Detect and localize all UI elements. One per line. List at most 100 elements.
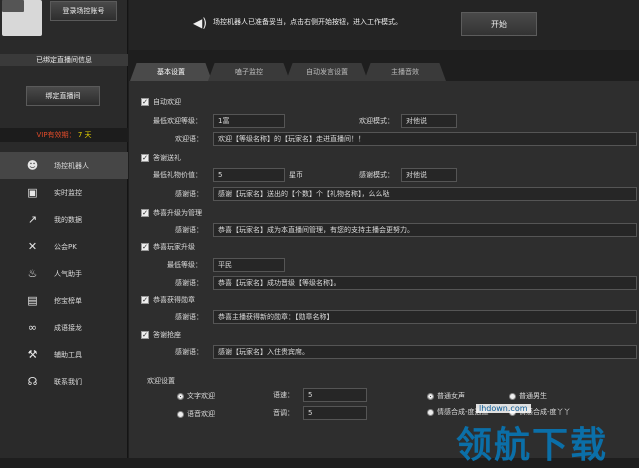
- text-welcome-radio[interactable]: 文字欢迎: [177, 391, 215, 401]
- vip-days: 7 天: [77, 131, 92, 139]
- badge-checkbox[interactable]: ✓ 恭喜获得勋章: [141, 295, 195, 305]
- seat-thanks-checkbox[interactable]: ✓ 答谢抢座: [141, 330, 181, 340]
- login-button[interactable]: 登录场控账号: [50, 1, 117, 21]
- chart-icon: ↗: [27, 213, 38, 226]
- sidebar-item-tools[interactable]: ⚒ 辅助工具: [0, 341, 128, 368]
- voice-female-radio[interactable]: 普通女声: [427, 391, 465, 401]
- sidebar-item-label: 联系我们: [54, 377, 82, 386]
- check-icon: ✓: [141, 154, 149, 162]
- tab-anchor-sound[interactable]: 主播音效: [364, 63, 446, 81]
- sidebar: 登录场控账号 已绑定直播间信息 绑定直播间 VIP有效期： 7 天 ☻ 场控机器人…: [0, 0, 128, 458]
- voice-welcome-radio[interactable]: 语音欢迎: [177, 409, 215, 419]
- badge-label: 恭喜获得勋章: [153, 296, 195, 304]
- radio-icon: [177, 392, 184, 400]
- check-icon: ✓: [141, 98, 149, 106]
- sidebar-item-treasure[interactable]: ▤ 挖宝榜单: [0, 287, 128, 314]
- gift-text-field[interactable]: 感谢【玩家名】送出的【个数】个【礼物名称】，么么哒: [213, 187, 637, 201]
- min-welcome-level-label: 最低欢迎等级：: [153, 117, 202, 125]
- player-upgrade-checkbox[interactable]: ✓ 恭喜玩家升级: [141, 242, 195, 252]
- vip-expiry: VIP有效期： 7 天: [0, 128, 128, 142]
- app-logo: [2, 0, 24, 12]
- player-upgrade-label: 恭喜玩家升级: [153, 243, 195, 251]
- sidebar-item-idiom[interactable]: ∞ 成语接龙: [0, 314, 128, 341]
- sidebar-item-monitor[interactable]: ▣ 实时监控: [0, 179, 128, 206]
- link-icon: ∞: [27, 321, 38, 334]
- pitch-field[interactable]: 5: [303, 406, 367, 420]
- bound-room-title: 已绑定直播间信息: [0, 54, 128, 66]
- radio-icon: [427, 408, 434, 416]
- min-gift-value-label: 最低礼物价值：: [153, 171, 202, 179]
- speech-rate-field[interactable]: 5: [303, 388, 367, 402]
- upgrade-text-field[interactable]: 恭喜【玩家名】成功晋级【等级名称】。: [213, 276, 637, 290]
- tab-basic-settings[interactable]: 基本设置: [130, 63, 212, 81]
- sidebar-item-pk[interactable]: ✕ 公会PK: [0, 233, 128, 260]
- voice-male-radio[interactable]: 普通男生: [509, 391, 547, 401]
- watermark-url: lhdown.com: [476, 404, 531, 413]
- tab-auto-speech[interactable]: 自动发言设置: [286, 63, 368, 81]
- camera-icon: ▣: [27, 186, 38, 199]
- manager-upgrade-label: 恭喜升级为管理: [153, 209, 202, 217]
- vip-label: VIP有效期：: [36, 131, 76, 139]
- status-message: 场控机器人已准备妥当，点击右侧开始按钮，进入工作模式。: [213, 18, 402, 26]
- sidebar-item-popularity[interactable]: ♨ 人气助手: [0, 260, 128, 287]
- status-bar: ◀) 场控机器人已准备妥当，点击右侧开始按钮，进入工作模式。 开始: [129, 0, 639, 50]
- check-icon: ✓: [141, 331, 149, 339]
- welcome-mode-select[interactable]: 对他说: [401, 114, 457, 128]
- upgrade-text-label: 感谢语：: [175, 279, 203, 287]
- min-gift-value-field[interactable]: 5: [213, 168, 285, 182]
- auto-welcome-label: 自动欢迎: [153, 98, 181, 106]
- manager-text-label: 感谢语：: [175, 226, 203, 234]
- min-level-label: 最低等级：: [167, 261, 202, 269]
- check-icon: ✓: [141, 296, 149, 304]
- board-icon: ▤: [27, 294, 38, 307]
- speech-rate-label: 语速：: [273, 391, 294, 399]
- seat-text-field[interactable]: 感谢【玩家名】入住贵宾席。: [213, 345, 637, 359]
- voice-male-label: 普通男生: [519, 392, 547, 400]
- manager-upgrade-checkbox[interactable]: ✓ 恭喜升级为管理: [141, 208, 202, 218]
- sidebar-item-label: 公会PK: [54, 242, 77, 251]
- tab-monitor[interactable]: 嗑子监控: [208, 63, 290, 81]
- sidebar-item-label: 场控机器人: [54, 161, 89, 170]
- gift-text-label: 感谢语：: [175, 190, 203, 198]
- gift-thanks-checkbox[interactable]: ✓ 答谢送礼: [141, 153, 181, 163]
- headset-icon: ☊: [27, 375, 38, 388]
- check-icon: ✓: [141, 209, 149, 217]
- welcome-settings-title: 欢迎设置: [147, 377, 175, 385]
- sidebar-item-data[interactable]: ↗ 我的数据: [0, 206, 128, 233]
- speaker-icon: ◀): [193, 16, 207, 30]
- welcome-text-label: 欢迎语：: [175, 135, 203, 143]
- seat-text-label: 感谢语：: [175, 348, 203, 356]
- pitch-label: 音调：: [273, 409, 294, 417]
- start-button[interactable]: 开始: [461, 12, 537, 36]
- welcome-text-field[interactable]: 欢迎【等级名称】的【玩家名】走进直播间！！: [213, 132, 637, 146]
- gift-unit-label: 星币: [289, 171, 303, 179]
- voice-welcome-label: 语音欢迎: [187, 410, 215, 418]
- min-welcome-level-field[interactable]: 1富: [213, 114, 285, 128]
- thanks-mode-select[interactable]: 对他说: [401, 168, 457, 182]
- radio-icon: [427, 392, 434, 400]
- basic-settings-panel: ✓ 自动欢迎 最低欢迎等级： 1富 欢迎模式： 对他说 欢迎语： 欢迎【等级名称】…: [129, 81, 639, 458]
- auto-welcome-checkbox[interactable]: ✓ 自动欢迎: [141, 97, 181, 107]
- sidebar-item-label: 人气助手: [54, 269, 82, 278]
- sidebar-item-robot[interactable]: ☻ 场控机器人: [0, 152, 128, 179]
- min-level-field[interactable]: 平民: [213, 258, 285, 272]
- badge-text-label: 感谢语：: [175, 313, 203, 321]
- sidebar-item-contact[interactable]: ☊ 联系我们: [0, 368, 128, 395]
- bind-room-button[interactable]: 绑定直播间: [26, 86, 100, 106]
- watermark-text: 领航下载: [456, 425, 609, 466]
- seat-thanks-label: 答谢抢座: [153, 331, 181, 339]
- text-welcome-label: 文字欢迎: [187, 392, 215, 400]
- sidebar-item-label: 实时监控: [54, 188, 82, 197]
- gift-thanks-label: 答谢送礼: [153, 154, 181, 162]
- voice-female-label: 普通女声: [437, 392, 465, 400]
- sidebar-item-label: 辅助工具: [54, 350, 82, 359]
- robot-icon: ☻: [26, 159, 39, 172]
- swords-icon: ✕: [27, 240, 38, 253]
- manager-text-field[interactable]: 恭喜【玩家名】成为本直播间管理，有您的支持主播会更努力。: [213, 223, 637, 237]
- radio-icon: [177, 410, 184, 418]
- thanks-mode-label: 感谢模式：: [359, 171, 394, 179]
- welcome-mode-label: 欢迎模式：: [359, 117, 394, 125]
- check-icon: ✓: [141, 243, 149, 251]
- badge-text-field[interactable]: 恭喜主播获得新的勋章：【勋章名称】: [213, 310, 637, 324]
- flame-icon: ♨: [27, 267, 38, 280]
